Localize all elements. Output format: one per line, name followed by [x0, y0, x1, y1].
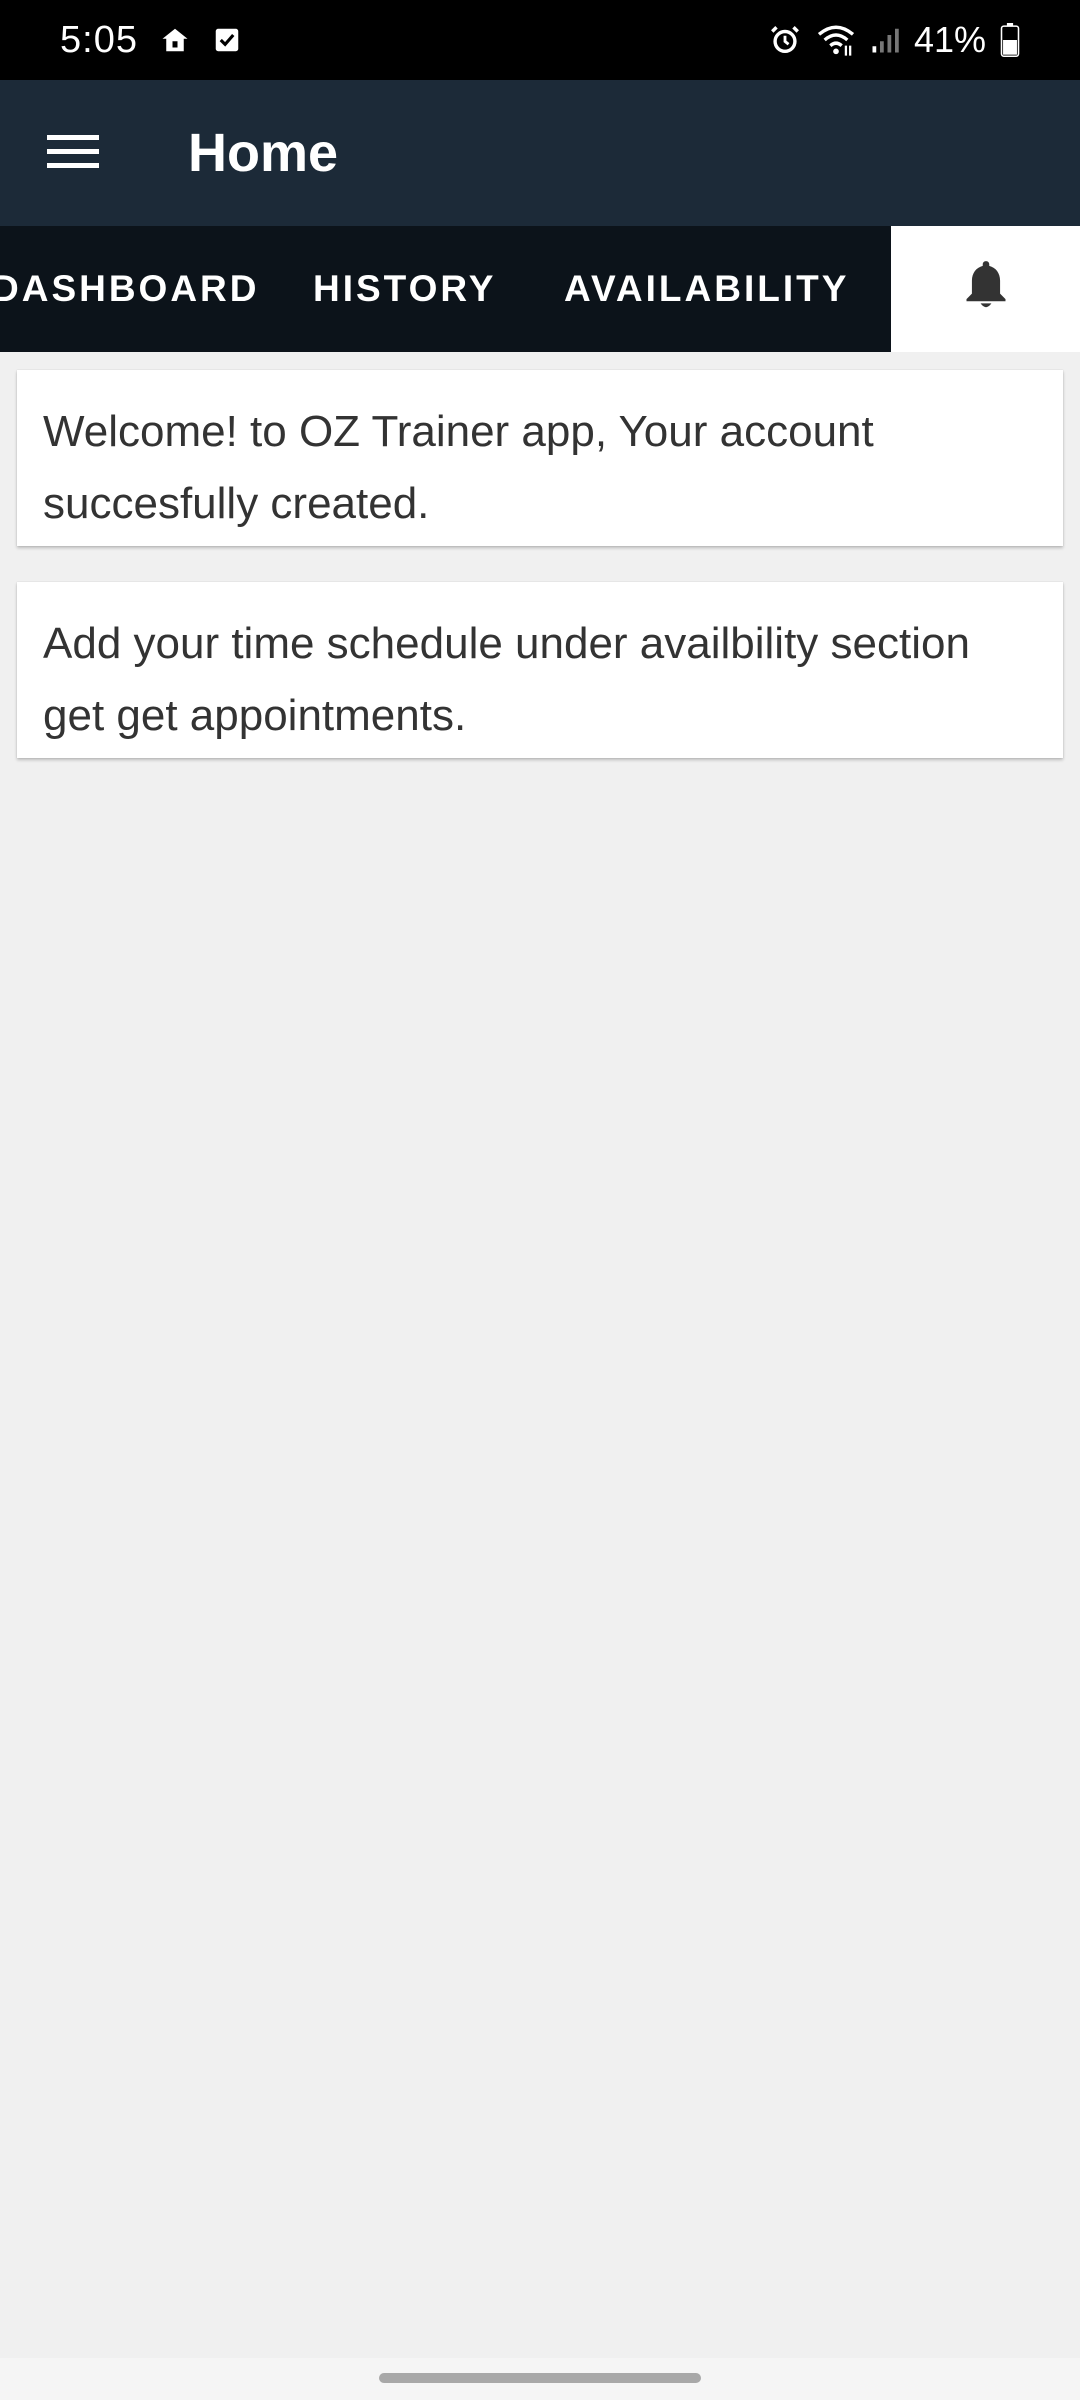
battery-icon	[1000, 23, 1020, 57]
app-bar: Home	[0, 80, 1080, 226]
status-time: 5:05	[60, 18, 138, 61]
bell-icon	[960, 256, 1012, 323]
notification-card[interactable]: Add your time schedule under availbility…	[17, 582, 1063, 758]
tab-notifications[interactable]	[891, 226, 1080, 352]
page-title: Home	[188, 123, 339, 183]
gesture-handle[interactable]	[379, 2373, 701, 2383]
menu-button[interactable]	[0, 80, 146, 226]
notification-text: Add your time schedule under availbility…	[43, 619, 970, 740]
wifi-icon	[816, 23, 856, 57]
hamburger-menu-icon	[47, 131, 99, 176]
notification-card[interactable]: Welcome! to OZ Trainer app, Your account…	[17, 370, 1063, 546]
notification-text: Welcome! to OZ Trainer app, Your account…	[43, 407, 874, 528]
home-lock-icon	[160, 25, 190, 55]
tab-history[interactable]: HISTORY	[313, 226, 496, 352]
tab-availability[interactable]: AVAILABILITY	[564, 226, 849, 352]
tab-dashboard[interactable]: DASHBOARD	[0, 226, 260, 352]
tab-bar: DASHBOARD HISTORY AVAILABILITY	[0, 226, 1080, 352]
battery-percent: 41%	[913, 19, 986, 60]
signal-icon	[870, 25, 900, 55]
status-bar: 5:05 41%	[0, 0, 1080, 80]
checkbox-icon	[212, 25, 242, 55]
alarm-icon	[768, 23, 802, 57]
